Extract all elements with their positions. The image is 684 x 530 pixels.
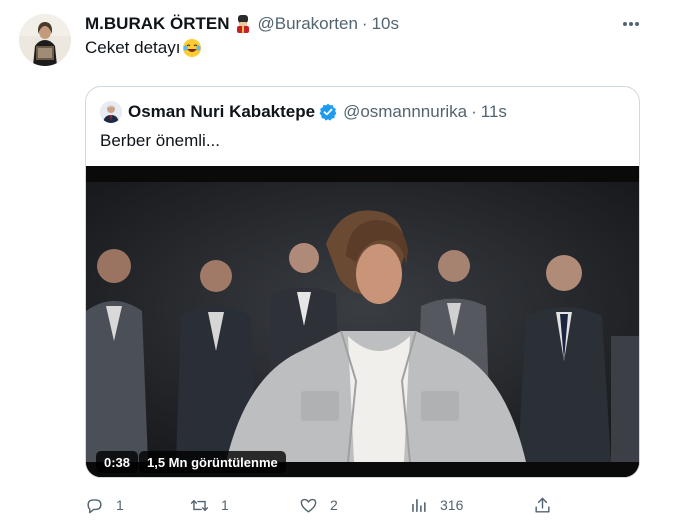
quoted-tweet-header: Osman Nuri Kabaktepe @osmannnurika · 11s (100, 101, 507, 123)
reply-icon (87, 498, 102, 513)
verified-badge-icon (319, 103, 337, 121)
heart-icon (300, 498, 317, 513)
quoted-author-avatar[interactable] (100, 101, 122, 123)
analytics-icon (412, 498, 426, 512)
separator: · (471, 102, 477, 121)
views-button[interactable]: 316 (409, 494, 463, 516)
action-bar: 1 1 2 316 (85, 494, 555, 516)
like-button[interactable]: 2 (299, 494, 338, 516)
like-count: 2 (330, 497, 338, 513)
views-count: 316 (440, 497, 464, 513)
laughing-emoji (182, 38, 202, 58)
reply-button[interactable]: 1 (85, 494, 124, 516)
retweet-button[interactable]: 1 (190, 494, 229, 516)
share-button[interactable] (533, 494, 552, 516)
tweet-header: M.BURAK ÖRTEN @Burakorten · 10s (85, 14, 399, 34)
separator: · (361, 14, 368, 33)
quoted-tweet[interactable]: Osman Nuri Kabaktepe @osmannnurika · 11s… (85, 86, 640, 478)
quoted-tweet-time[interactable]: 11s (481, 102, 507, 122)
retweet-icon (190, 499, 209, 511)
tweet-text: Ceket detayı (85, 38, 202, 58)
tweet: M.BURAK ÖRTEN @Burakorten · 10s Ceket de… (0, 0, 684, 530)
video-frame (86, 166, 639, 477)
quoted-author-handle[interactable]: @osmannnurika (343, 102, 467, 122)
author-avatar[interactable] (19, 14, 71, 66)
share-icon (535, 497, 550, 513)
tweet-text-content: Ceket detayı (85, 38, 181, 57)
tweet-time[interactable]: 10s (372, 14, 399, 34)
author-name[interactable]: M.BURAK ÖRTEN (85, 14, 230, 34)
guard-emoji (234, 15, 252, 33)
author-handle[interactable]: @Burakorten (258, 14, 358, 34)
video-player[interactable] (86, 166, 639, 477)
quoted-tweet-text: Berber önemli... (100, 131, 220, 150)
retweet-count: 1 (221, 497, 229, 513)
reply-count: 1 (116, 497, 124, 513)
quoted-author-name[interactable]: Osman Nuri Kabaktepe (128, 102, 315, 122)
video-view-count: 1,5 Mn görüntülenme (139, 451, 286, 473)
more-options-icon[interactable] (620, 14, 642, 34)
video-duration: 0:38 (96, 451, 139, 473)
